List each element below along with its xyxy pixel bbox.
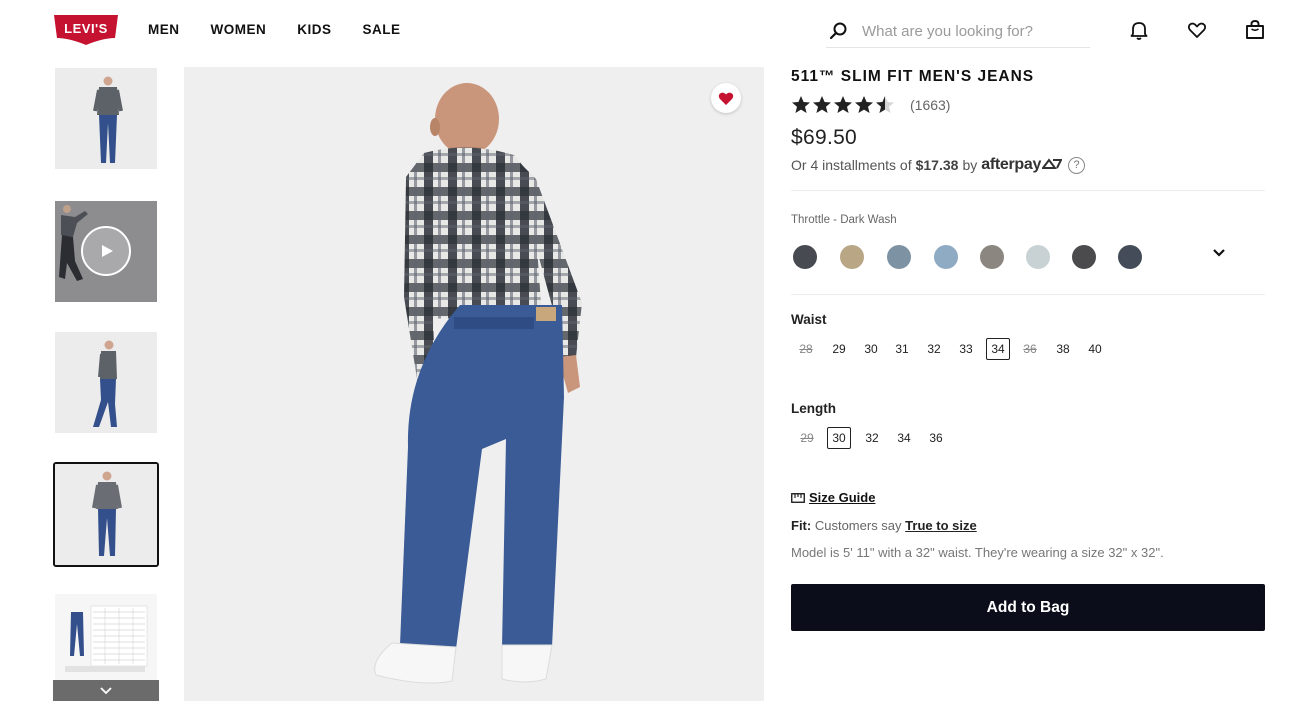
color-swatch[interactable] [980, 245, 1004, 269]
search-bar [826, 14, 1090, 48]
color-swatch[interactable] [934, 245, 958, 269]
color-swatch[interactable] [1072, 245, 1096, 269]
waist-size-option[interactable]: 29 [827, 338, 851, 360]
star-icon [813, 96, 831, 113]
favorite-button[interactable] [711, 83, 741, 113]
color-swatch[interactable] [1118, 245, 1142, 269]
length-label: Length [791, 401, 836, 416]
thumbnail-side-view[interactable] [55, 332, 157, 433]
bag-icon[interactable] [1243, 18, 1267, 42]
waist-size-option[interactable]: 36 [1018, 338, 1042, 360]
color-swatch[interactable] [887, 245, 911, 269]
star-icon [792, 96, 810, 113]
site-header: LEVI'S MEN WOMEN KIDS SALE [0, 0, 1300, 62]
waist-size-option[interactable]: 28 [794, 338, 818, 360]
waist-size-option[interactable]: 34 [986, 338, 1010, 360]
nav-men[interactable]: MEN [148, 22, 180, 37]
waist-size-option[interactable]: 38 [1051, 338, 1075, 360]
thumbnail-front-view[interactable] [55, 68, 157, 169]
chevron-down-icon [1213, 249, 1225, 257]
search-icon[interactable] [828, 20, 850, 42]
nav-women[interactable]: WOMEN [211, 22, 267, 37]
thumbnail-gallery [53, 62, 159, 701]
color-swatch[interactable] [1026, 245, 1050, 269]
half-star-icon [876, 96, 894, 113]
main-product-image[interactable] [184, 67, 764, 701]
color-swatch[interactable] [793, 245, 817, 269]
nav-kids[interactable]: KIDS [297, 22, 331, 37]
installment-by: by [962, 157, 978, 173]
fit-label: Fit: [791, 518, 812, 533]
thumbnail-video[interactable] [55, 201, 157, 302]
star-rating[interactable] [791, 95, 901, 115]
waist-label: Waist [791, 312, 827, 327]
true-to-size-link[interactable]: True to size [905, 518, 977, 533]
nav-sale[interactable]: SALE [363, 22, 401, 37]
model-info: Model is 5' 11" with a 32" waist. They'r… [791, 545, 1164, 560]
waist-size-option[interactable]: 31 [890, 338, 914, 360]
installment-amount: $17.38 [915, 157, 959, 173]
product-price: $69.50 [791, 126, 858, 149]
levis-logo[interactable]: LEVI'S [53, 14, 119, 46]
waist-size-option[interactable]: 40 [1083, 338, 1107, 360]
divider [791, 294, 1265, 295]
more-colors-button[interactable] [1211, 245, 1227, 261]
length-size-option[interactable]: 34 [892, 427, 916, 449]
thumbnail-scroll-down[interactable] [53, 680, 159, 701]
length-size-option[interactable]: 36 [924, 427, 948, 449]
installments-info: Or 4 installments of $17.38 by afterpay … [791, 156, 1086, 174]
heart-icon [718, 92, 734, 105]
waist-size-option[interactable]: 30 [859, 338, 883, 360]
size-guide-link[interactable]: Size Guide [791, 490, 875, 505]
heart-icon[interactable] [1185, 18, 1209, 42]
waist-size-option[interactable]: 33 [954, 338, 978, 360]
help-icon[interactable]: ? [1068, 156, 1086, 174]
color-swatch[interactable] [840, 245, 864, 269]
fit-info: Fit: Customers say True to size [791, 518, 977, 533]
ruler-icon [791, 492, 805, 503]
main-nav: MEN WOMEN KIDS SALE [148, 22, 432, 37]
color-name: Throttle - Dark Wash [791, 214, 897, 226]
fit-text: Customers say [814, 518, 902, 533]
thumbnail-back-view[interactable] [53, 462, 159, 567]
star-icon [834, 96, 852, 113]
length-size-option[interactable]: 32 [860, 427, 884, 449]
play-icon [102, 245, 113, 257]
divider [791, 190, 1265, 191]
installments-text: Or 4 installments of [791, 157, 912, 173]
svg-text:LEVI'S: LEVI'S [64, 21, 108, 36]
add-to-bag-button[interactable]: Add to Bag [791, 584, 1265, 631]
size-guide-label: Size Guide [809, 490, 876, 505]
chevron-down-icon [100, 686, 112, 694]
star-icon [855, 96, 873, 113]
afterpay-wordmark: afterpay [981, 156, 1042, 173]
search-input[interactable] [862, 20, 1082, 42]
waist-size-option[interactable]: 32 [922, 338, 946, 360]
afterpay-logo: afterpay [981, 156, 1063, 174]
product-title: 511™ SLIM FIT MEN'S JEANS [791, 68, 1035, 85]
afterpay-arrows-icon [1041, 158, 1063, 169]
length-size-option[interactable]: 29 [795, 427, 819, 449]
length-size-option[interactable]: 30 [827, 427, 851, 449]
rating-count[interactable]: (1663) [910, 97, 950, 113]
bell-icon[interactable] [1127, 18, 1151, 42]
